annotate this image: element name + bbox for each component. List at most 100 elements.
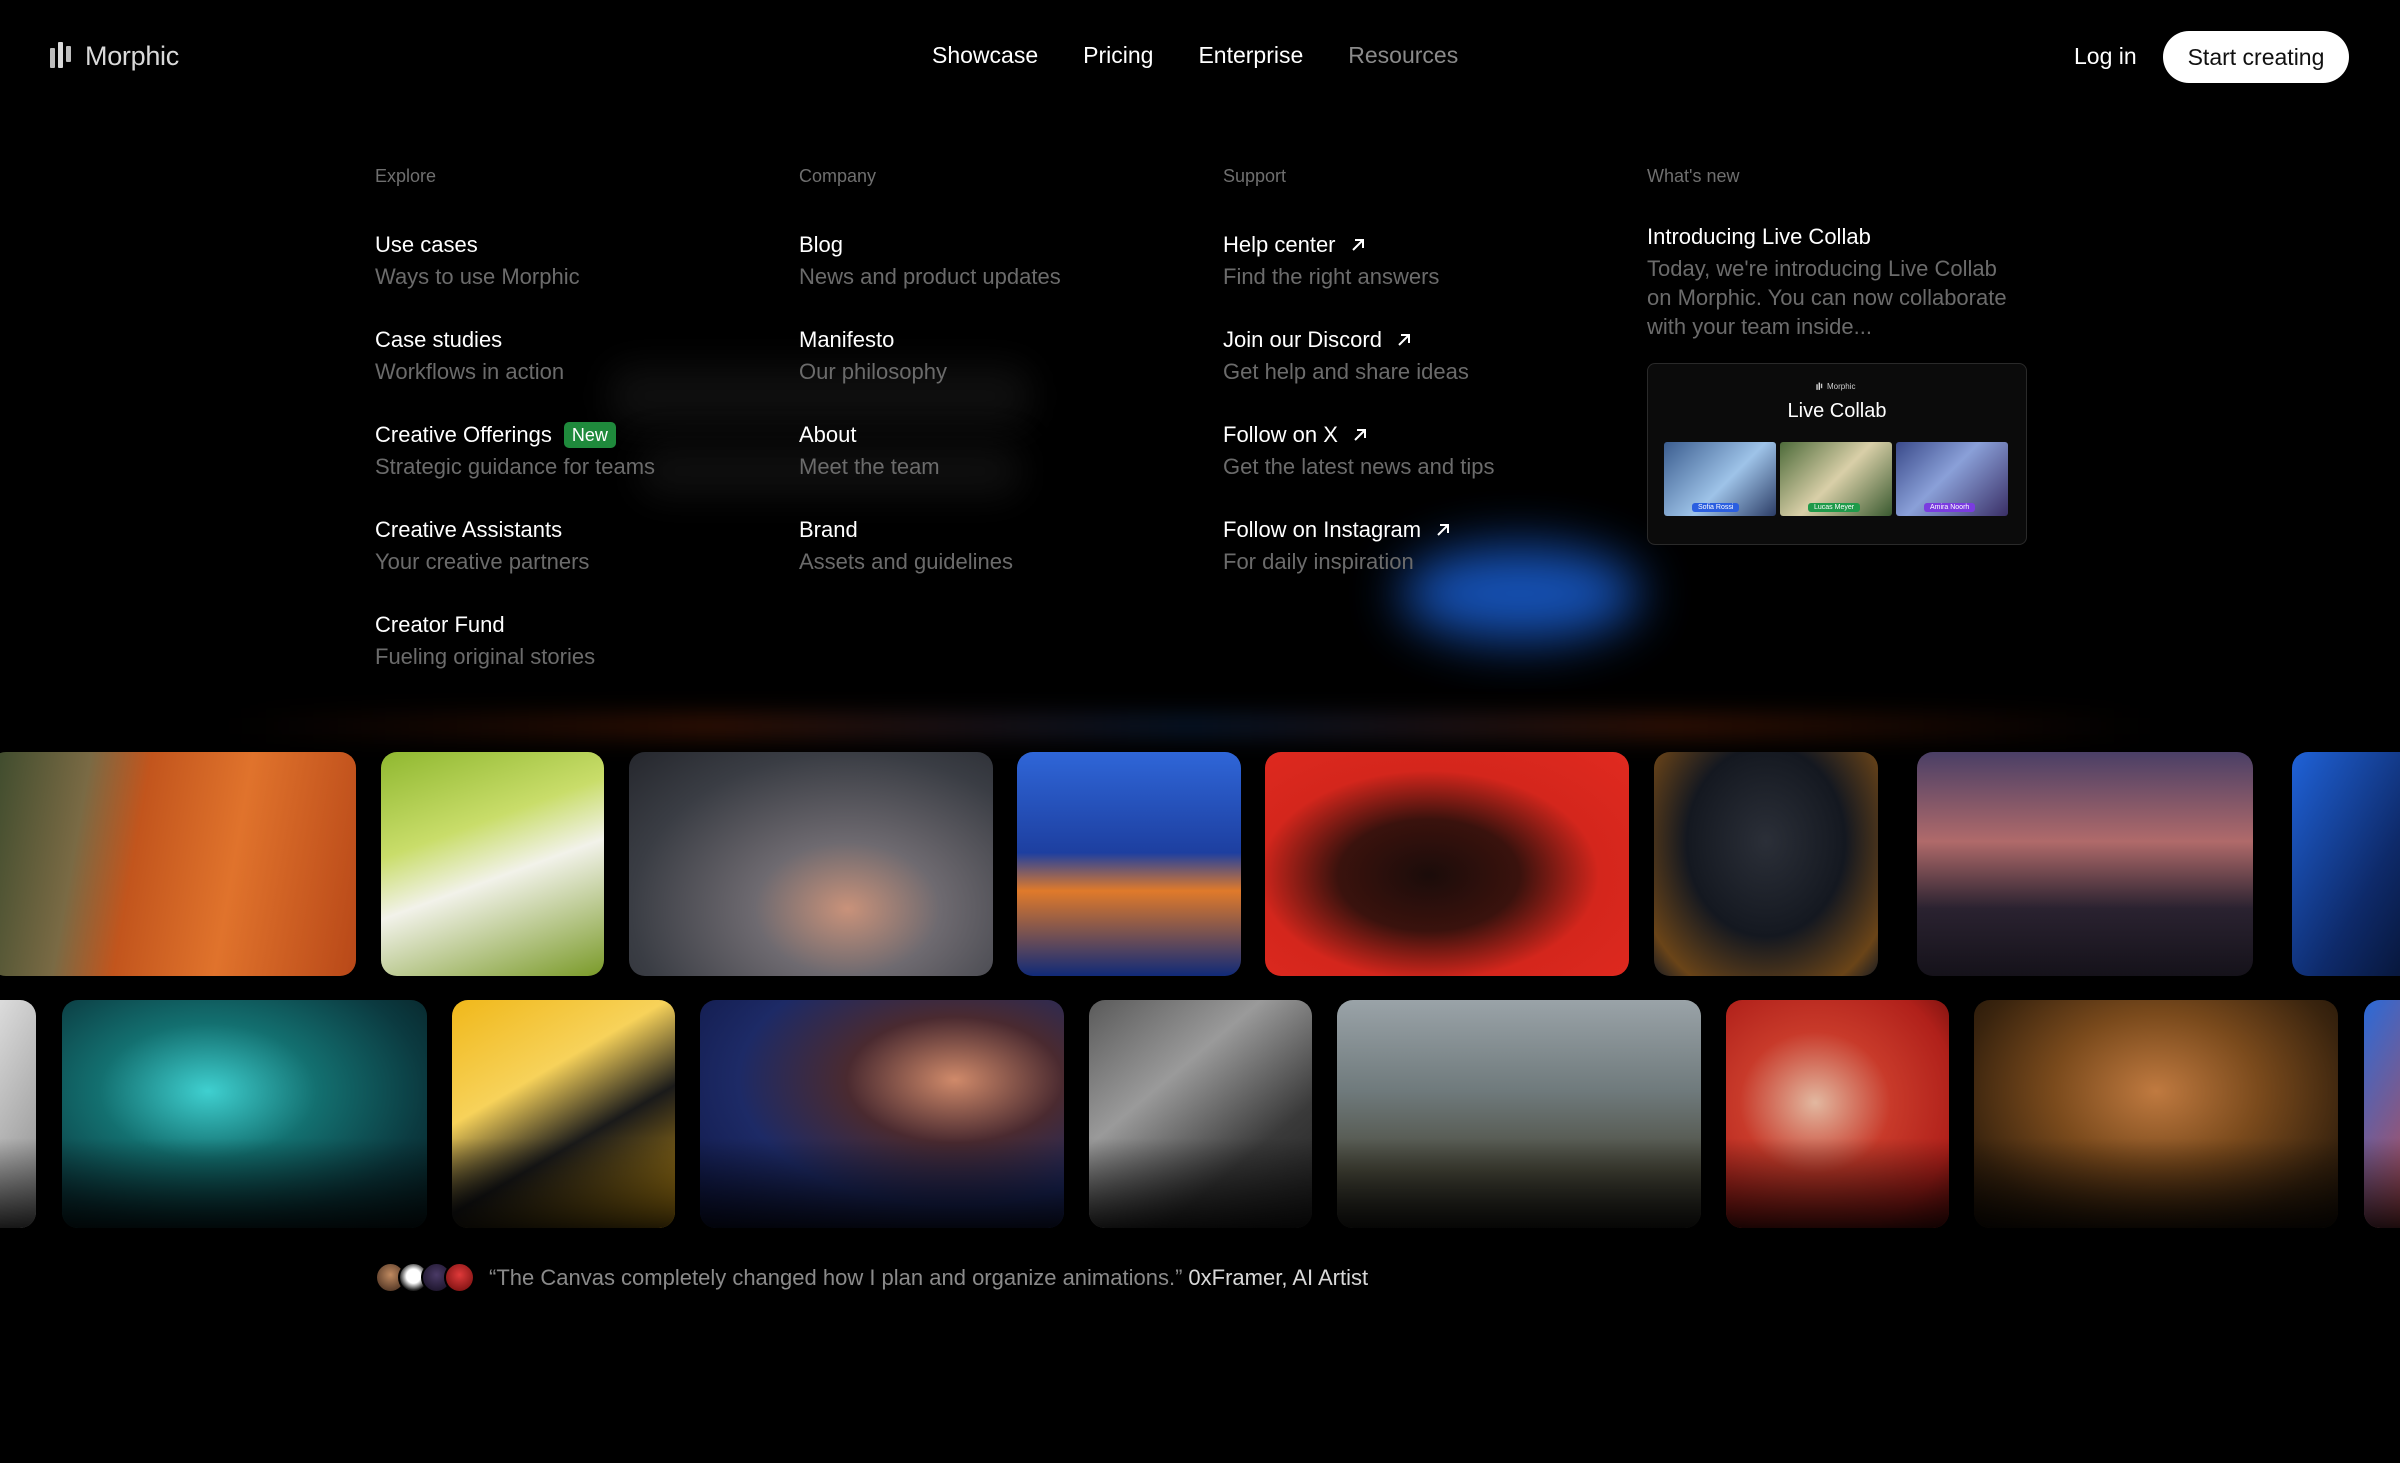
menu-item-follow-x[interactable]: Follow on X Get the latest news and tips (1223, 420, 1495, 515)
item-title: About (799, 422, 857, 447)
news-headline[interactable]: Introducing Live Collab (1647, 224, 2027, 250)
menu-item-creator-fund[interactable]: Creator Fund Fueling original stories (375, 610, 655, 705)
showcase-tile-blue-figure[interactable] (2292, 752, 2400, 976)
brand-name: Morphic (85, 40, 179, 71)
external-arrow-icon (1437, 524, 1450, 536)
menu-item-about[interactable]: About Meet the team (799, 420, 1061, 515)
live-collab-card[interactable]: Morphic Live Collab Sofia Rossi Lucas Me… (1647, 363, 2027, 545)
column-title: Support (1223, 166, 1287, 186)
menu-item-manifesto[interactable]: Manifesto Our philosophy (799, 325, 1061, 420)
menu-item-creative-offerings[interactable]: Creative Offerings New Strategic guidanc… (375, 420, 655, 515)
item-subtitle: Fueling original stories (375, 644, 596, 669)
showcase-tile-underwater-cave[interactable] (62, 1000, 427, 1228)
item-title: Follow on X (1223, 422, 1338, 447)
item-title: Case studies (375, 327, 503, 352)
external-arrow-icon (1351, 239, 1364, 251)
item-subtitle: Get help and share ideas (1223, 359, 1469, 384)
collaborator-video: Amira Noorh (1896, 442, 2008, 516)
menu-item-blog[interactable]: Blog News and product updates (799, 230, 1061, 325)
item-subtitle: Get the latest news and tips (1223, 454, 1495, 479)
showcase-tile-graffiti-hallway[interactable] (1974, 1000, 2338, 1228)
showcase-tile-illustrated-window[interactable] (1017, 752, 1241, 976)
item-subtitle: For daily inspiration (1223, 549, 1414, 574)
item-subtitle: Find the right answers (1223, 264, 1440, 289)
item-subtitle: Your creative partners (375, 549, 590, 574)
showcase-tile-dragon-clouds[interactable] (629, 752, 993, 976)
collaborator-name-tag: Sofia Rossi (1692, 503, 1740, 512)
showcase-tile-tiger-red[interactable] (1265, 752, 1629, 976)
avatar-stack (375, 1262, 475, 1293)
menu-item-creative-assistants[interactable]: Creative Assistants Your creative partne… (375, 515, 655, 610)
nav-enterprise[interactable]: Enterprise (1198, 42, 1303, 69)
item-title: Manifesto (799, 327, 895, 352)
showcase-tile-woman-green-sofa[interactable] (381, 752, 604, 976)
item-title: Follow on Instagram (1223, 517, 1422, 542)
item-subtitle: Ways to use Morphic (375, 264, 580, 289)
menu-item-brand[interactable]: Brand Assets and guidelines (799, 515, 1061, 610)
testimonial-author: 0xFramer, AI Artist (1188, 1264, 1369, 1290)
menu-column-support: Support Help center Find the right answe… (1223, 166, 1495, 610)
login-link[interactable]: Log in (2074, 43, 2137, 70)
collaborator-name-tag: Lucas Meyer (1808, 503, 1861, 512)
card-title: Live Collab (1787, 400, 1887, 422)
showcase-tile-rock-climber[interactable] (0, 752, 356, 976)
item-title: Creative Assistants (375, 517, 563, 542)
item-subtitle: News and product updates (799, 264, 1061, 289)
brand-logo[interactable]: Morphic (49, 40, 179, 72)
nav-pricing[interactable]: Pricing (1083, 42, 1153, 69)
showcase-tile-building-rubble[interactable] (1089, 1000, 1312, 1228)
nav-resources[interactable]: Resources (1348, 42, 1458, 69)
menu-item-discord[interactable]: Join our Discord Get help and share idea… (1223, 325, 1495, 420)
avatar (444, 1262, 475, 1293)
item-subtitle: Workflows in action (375, 359, 565, 384)
news-body: Today, we're introducing Live Collab on … (1647, 256, 2007, 339)
item-title: Creative Offerings (375, 422, 552, 447)
showcase-row-1 (0, 752, 2400, 976)
showcase-tile-partial-left[interactable] (0, 1000, 36, 1228)
resources-mega-menu: Explore Use cases Ways to use Morphic Ca… (0, 116, 2400, 736)
column-title: Explore (375, 166, 437, 186)
menu-item-case-studies[interactable]: Case studies Workflows in action (375, 325, 655, 420)
collaborator-video: Sofia Rossi (1664, 442, 1776, 516)
testimonial-quote: “The Canvas completely changed how I pla… (489, 1264, 1183, 1290)
external-arrow-icon (1398, 334, 1410, 346)
item-subtitle: Assets and guidelines (799, 549, 1014, 574)
item-subtitle: Meet the team (799, 454, 940, 479)
item-title: Creator Fund (375, 612, 505, 637)
menu-item-help-center[interactable]: Help center Find the right answers (1223, 230, 1495, 325)
item-title: Blog (799, 232, 844, 257)
card-logo-text: Morphic (1827, 382, 1856, 391)
showcase-tile-man-rain[interactable] (1654, 752, 1878, 976)
morphic-logo-icon (1816, 382, 1823, 390)
start-creating-button[interactable]: Start creating (2163, 31, 2349, 83)
item-title: Help center (1223, 232, 1336, 257)
menu-bottom-glow (230, 716, 2150, 736)
testimonial: “The Canvas completely changed how I pla… (375, 1262, 1368, 1293)
showcase-row-2 (0, 1000, 2400, 1228)
top-nav: Morphic Showcase Pricing Enterprise Reso… (0, 0, 2400, 116)
page: Morphic Showcase Pricing Enterprise Reso… (0, 0, 2400, 1463)
menu-item-use-cases[interactable]: Use cases Ways to use Morphic (375, 230, 655, 325)
showcase-tile-woman-yellow[interactable] (452, 1000, 675, 1228)
showcase-tile-woman-blue-gun[interactable] (700, 1000, 1064, 1228)
nav-showcase[interactable]: Showcase (932, 42, 1038, 69)
showcase-tile-couple-sunset[interactable] (1917, 752, 2253, 976)
item-title: Brand (799, 517, 858, 542)
showcase-tile-partial-right[interactable] (2364, 1000, 2400, 1228)
column-title: Company (799, 166, 877, 186)
collaborator-name-tag: Amira Noorh (1924, 503, 1976, 512)
item-title: Use cases (375, 232, 478, 257)
card-logo: Morphic (1816, 382, 1855, 391)
collaborator-thumbnails: Sofia Rossi Lucas Meyer Amira Noorh (1664, 442, 2008, 516)
new-badge: New (563, 422, 616, 448)
item-subtitle: Our philosophy (799, 359, 947, 384)
morphic-logo-icon (50, 42, 71, 68)
showcase-tile-ferris-wheel-soldier[interactable] (1337, 1000, 1701, 1228)
primary-nav: Showcase Pricing Enterprise Resources (932, 42, 1458, 69)
collaborator-video: Lucas Meyer (1780, 442, 1892, 516)
showcase-tile-woman-microphone[interactable] (1726, 1000, 1949, 1228)
menu-column-company: Company Blog News and product updates Ma… (799, 166, 1061, 610)
menu-column-explore: Explore Use cases Ways to use Morphic Ca… (375, 166, 655, 705)
item-title: Join our Discord (1223, 327, 1382, 352)
menu-item-follow-instagram[interactable]: Follow on Instagram For daily inspiratio… (1223, 515, 1495, 610)
